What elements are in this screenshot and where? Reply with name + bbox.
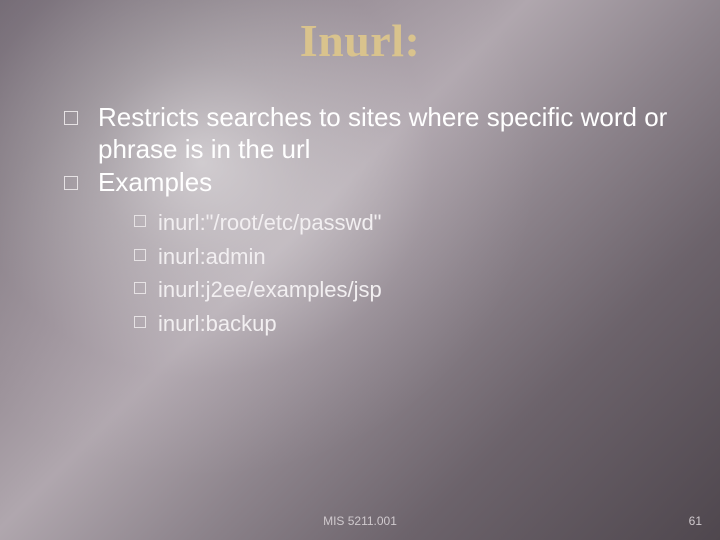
sub-bullet-item: inurl:j2ee/examples/jsp xyxy=(134,276,670,304)
sub-bullet-item: inurl:admin xyxy=(134,243,670,271)
slide: Inurl: Restricts searches to sites where… xyxy=(0,0,720,540)
sub-bullet-text: inurl:backup xyxy=(158,311,277,336)
footer-page-number: 61 xyxy=(689,514,702,528)
bullet-text: Examples xyxy=(98,167,212,197)
bullet-text: Restricts searches to sites where specif… xyxy=(98,102,667,164)
slide-title: Inurl: xyxy=(0,14,720,67)
slide-content: Restricts searches to sites where specif… xyxy=(62,102,670,343)
sub-bullet-item: inurl:backup xyxy=(134,310,670,338)
bullet-list: Restricts searches to sites where specif… xyxy=(62,102,670,337)
sub-bullet-list: inurl:"/root/etc/passwd" inurl:admin inu… xyxy=(98,209,670,337)
sub-bullet-item: inurl:"/root/etc/passwd" xyxy=(134,209,670,237)
footer-course: MIS 5211.001 xyxy=(0,514,720,528)
bullet-item: Restricts searches to sites where specif… xyxy=(62,102,670,165)
sub-bullet-text: inurl:j2ee/examples/jsp xyxy=(158,277,382,302)
bullet-item: Examples inurl:"/root/etc/passwd" inurl:… xyxy=(62,167,670,337)
sub-bullet-text: inurl:"/root/etc/passwd" xyxy=(158,210,382,235)
sub-bullet-text: inurl:admin xyxy=(158,244,266,269)
